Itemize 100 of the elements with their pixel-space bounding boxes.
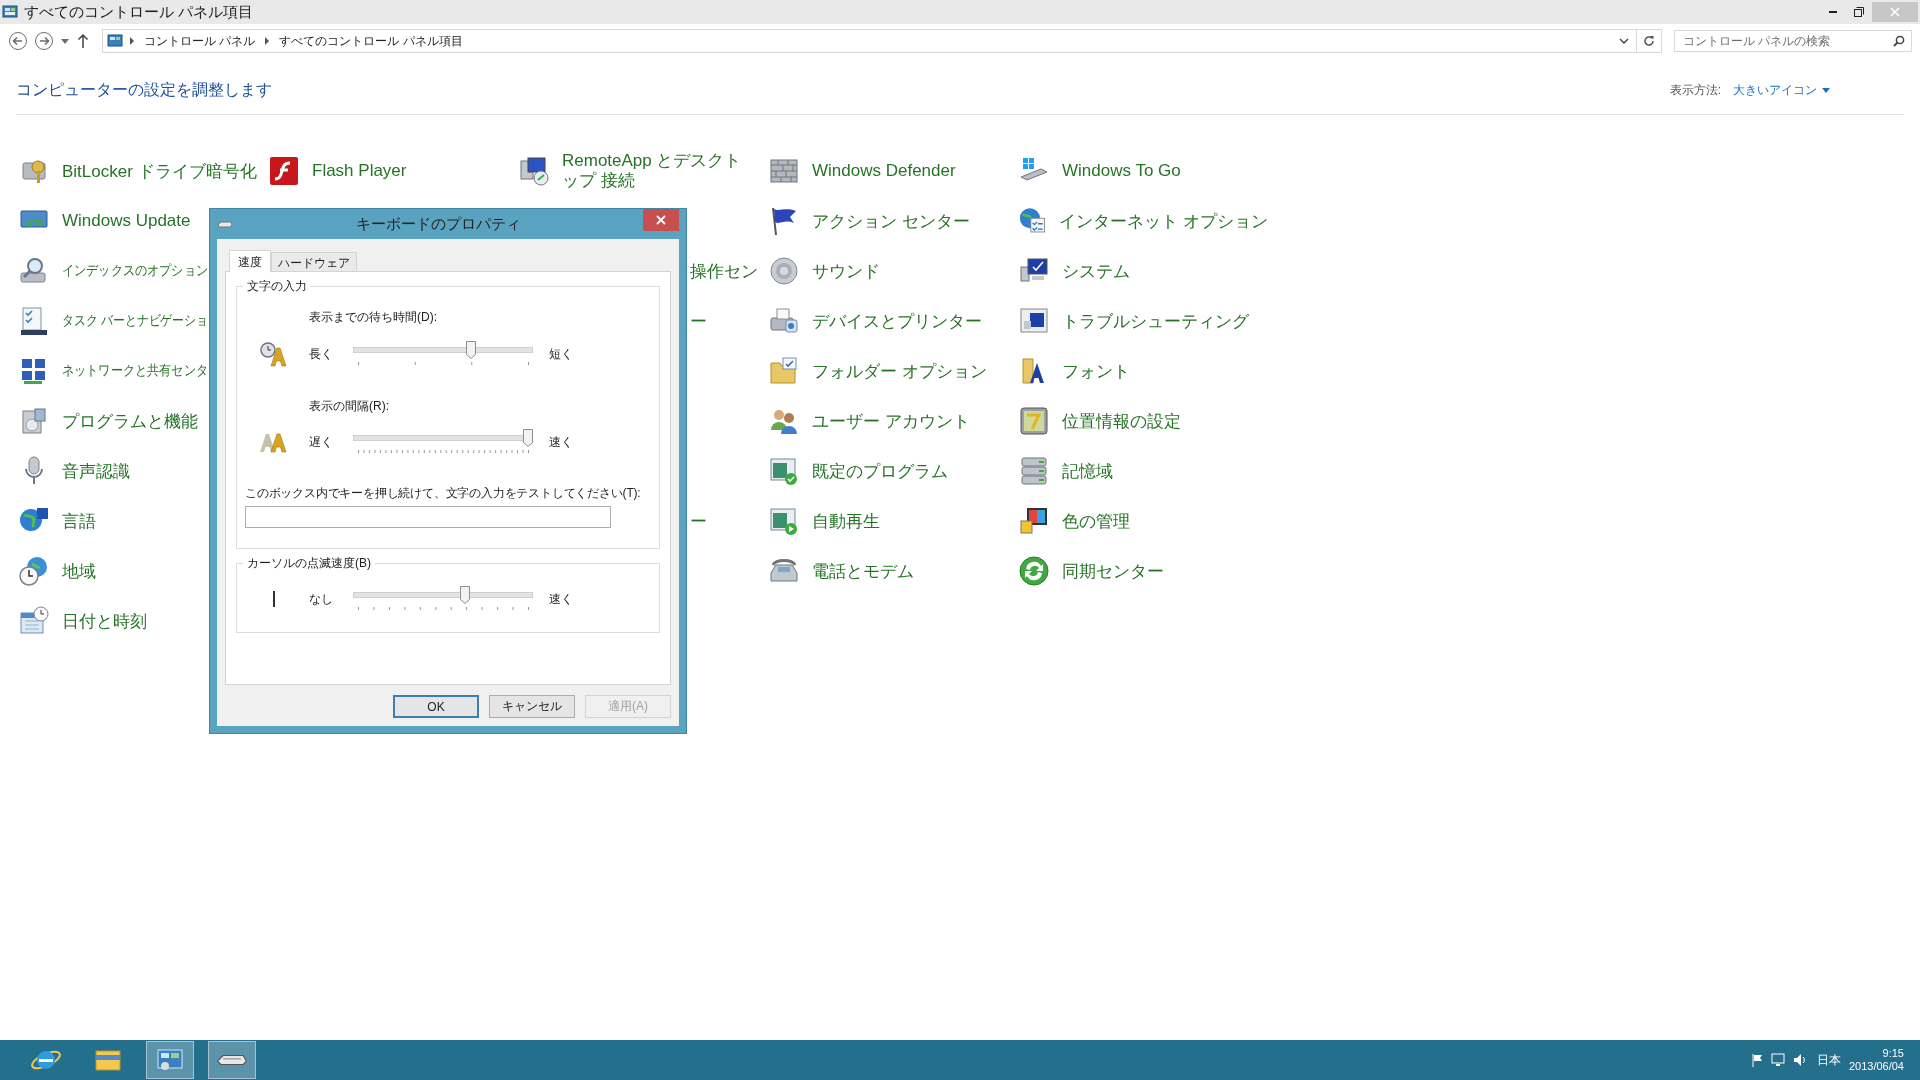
control-panel-item[interactable]: フォルダー オプション (812, 359, 987, 383)
control-panel-item[interactable]: アクション センター (812, 209, 970, 233)
control-panel-item[interactable]: 位置情報の設定 (1062, 409, 1181, 433)
flash-logo-icon[interactable] (268, 155, 300, 187)
control-panel-item[interactable]: 日付と時刻 (62, 609, 147, 633)
control-panel-item[interactable]: フォント (1062, 359, 1130, 383)
sync-icon[interactable] (1018, 555, 1050, 587)
close-icon[interactable] (656, 215, 666, 225)
control-panel-item[interactable]: Windows Defender (812, 161, 956, 181)
letters-icon (259, 431, 289, 453)
control-panel-item[interactable]: Flash Player (312, 161, 407, 181)
dialog-button[interactable]: OK (393, 695, 479, 718)
slider[interactable] (351, 429, 535, 455)
control-panel-item[interactable]: デバイスとプリンター (812, 309, 982, 333)
control-panel-item[interactable]: 地域 (62, 559, 96, 583)
control-panel-item[interactable]: 同期センター (1062, 559, 1164, 583)
keyboard-icon (217, 220, 233, 228)
remote-desktop-icon[interactable] (518, 155, 550, 187)
search-icon[interactable] (1893, 35, 1905, 47)
control-panel-item[interactable]: インデックスのオプション (62, 262, 208, 280)
control-panel-item[interactable]: 色の管理 (1062, 509, 1130, 533)
view-label: 表示方法: (1669, 81, 1721, 99)
close-button[interactable] (643, 209, 679, 231)
control-panel-item[interactable]: BitLocker ドライブ暗号化 (62, 159, 257, 183)
control-panel-item[interactable]: 既定のプログラム (812, 459, 948, 483)
view-dropdown[interactable]: 大きいアイコン (1733, 81, 1817, 99)
slider-thumb[interactable] (460, 586, 471, 604)
control-panel-item[interactable]: Windows Update (62, 211, 191, 231)
keyboard-icon (217, 1055, 247, 1065)
group-label: 文字の入力 (243, 278, 311, 295)
chevron-icon (129, 37, 135, 45)
clock[interactable]: 9:15 2013/06/04 (1848, 1047, 1904, 1073)
slider-thumb[interactable] (523, 429, 533, 447)
control-panel-item[interactable]: 言語 (62, 509, 96, 533)
breadcrumb[interactable]: コントロール パネル (141, 32, 259, 50)
control-panel-icon (2, 4, 18, 20)
speaker-icon[interactable] (768, 255, 800, 287)
clock-icon[interactable] (18, 555, 50, 587)
restore-icon[interactable] (1854, 7, 1864, 17)
control-panel-item[interactable]: ユーザー アカウント (812, 409, 970, 433)
control-panel-item[interactable]: 音声認識 (62, 459, 130, 483)
tab[interactable]: 速度 (229, 250, 271, 272)
control-panel-icon (107, 33, 123, 49)
date-text: 2013/06/04 (1848, 1060, 1904, 1073)
flag-icon[interactable] (1750, 1053, 1763, 1067)
refresh-icon[interactable] (1643, 35, 1655, 47)
address-field[interactable]: コントロール パネル すべてのコントロール パネル項目 (102, 29, 1662, 53)
control-panel-item[interactable]: タスク バーとナビゲーショ (62, 312, 208, 330)
up-button[interactable] (76, 33, 90, 49)
control-panel-item[interactable]: RemoteApp とデスクトップ 接続 (562, 151, 742, 191)
control-panel-item[interactable]: ネットワークと共有センタ (62, 362, 208, 380)
control-panel-item[interactable]: ー (690, 509, 707, 533)
control-panel-item[interactable]: システム (1062, 259, 1130, 283)
control-panel-item[interactable]: インターネット オプション (1059, 209, 1268, 233)
breadcrumb[interactable]: すべてのコントロール パネル項目 (276, 32, 466, 50)
slider-min-label: 長く (309, 345, 334, 363)
dropdown-icon[interactable] (60, 36, 70, 46)
window-title: すべてのコントロール パネル項目 (24, 2, 254, 22)
control-panel-item[interactable]: プログラムと機能 (62, 409, 198, 433)
control-panel-item[interactable]: トラブルシューティング (1062, 309, 1249, 333)
control-panel-item[interactable]: 記憶域 (1062, 459, 1113, 483)
forward-button[interactable] (34, 31, 54, 51)
window-play-icon[interactable] (768, 505, 800, 537)
window-check-icon[interactable] (768, 455, 800, 487)
color-monitor-icon[interactable] (1018, 505, 1050, 537)
control-panel-item[interactable]: 自動再生 (812, 509, 880, 533)
group-label: カーソルの点滅速度(B) (243, 555, 375, 572)
input-field[interactable] (245, 506, 611, 528)
control-panel-item[interactable]: サウンド (812, 259, 880, 283)
caret-icon[interactable] (1822, 87, 1830, 93)
control-panel-item[interactable]: 操作セン (690, 259, 758, 283)
clock-letter-icon (259, 340, 289, 368)
folder-icon[interactable] (768, 355, 800, 387)
taskbar-button[interactable] (208, 1041, 256, 1079)
chevron-icon (264, 37, 271, 45)
dropdown-icon[interactable] (1618, 36, 1630, 46)
slider[interactable] (351, 341, 535, 367)
control-panel-item[interactable]: 電話とモデム (812, 559, 914, 583)
tab[interactable]: ハードウェア (271, 252, 357, 271)
dialog-title: キーボードのプロパティ (354, 214, 522, 234)
slider-max-label: 速く (549, 433, 573, 451)
slider-label: 表示までの待ち時間(D): (309, 309, 438, 326)
back-button[interactable] (8, 31, 28, 51)
network-icon[interactable] (1770, 1053, 1785, 1067)
text-cursor-icon (272, 591, 276, 607)
storage-stack-icon[interactable] (1018, 455, 1050, 487)
map-device-icon[interactable] (1018, 405, 1050, 437)
slider-thumb[interactable] (466, 341, 477, 359)
time-text: 9:15 (1882, 1047, 1904, 1060)
taskbar-button[interactable] (146, 1041, 194, 1079)
field-label: このボックス内でキーを押し続けて、文字の入力をテストしてください(T): (245, 485, 642, 502)
control-panel-item[interactable]: ー (690, 309, 707, 333)
language-indicator[interactable]: 日本 (1816, 1051, 1841, 1069)
calendar-icon[interactable] (18, 605, 50, 637)
checklist-icon[interactable] (18, 305, 50, 337)
slider[interactable] (351, 586, 535, 612)
slider-min-label: なし (309, 590, 334, 608)
search-field[interactable]: コントロール パネルの検索 (1674, 30, 1912, 52)
dialog-button[interactable]: キャンセル (489, 695, 575, 718)
control-panel-item[interactable]: Windows To Go (1062, 161, 1181, 181)
